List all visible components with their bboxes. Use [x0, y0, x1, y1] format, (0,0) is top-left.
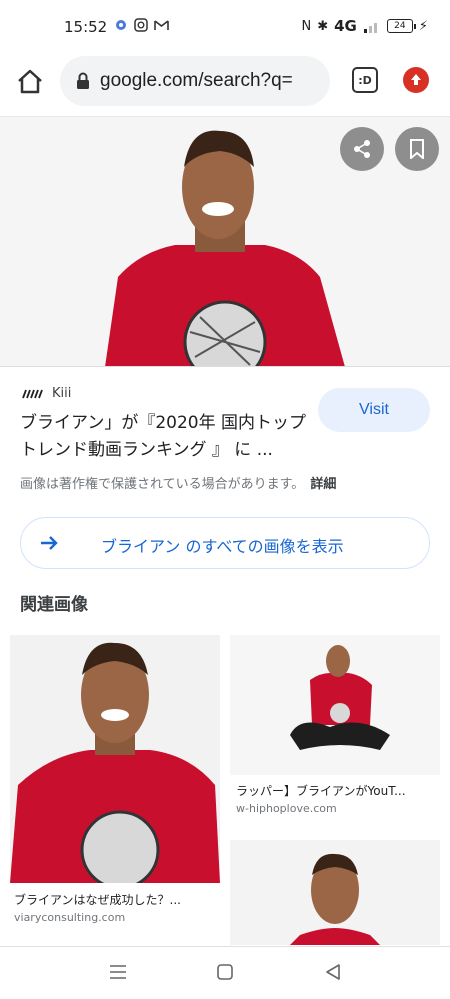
source-logo-icon: [22, 389, 43, 398]
arrow-right-icon: [41, 536, 58, 550]
bluetooth-icon: ✱: [317, 18, 329, 34]
bookmark-button[interactable]: [395, 127, 439, 171]
bookmark-icon: [410, 139, 424, 159]
related-source-2: w-hiphoplove.com: [236, 802, 337, 815]
view-all-images-label: ブライアン のすべての画像を表示: [101, 537, 344, 556]
related-caption-2[interactable]: ラッパー】ブライアンがYouT...: [236, 782, 436, 799]
status-time: 15:52: [64, 18, 108, 36]
related-image-3[interactable]: [230, 840, 440, 945]
system-nav-bar: [0, 946, 450, 999]
home-nav-icon[interactable]: [214, 961, 236, 983]
battery-icon: 24: [386, 19, 416, 33]
result-title[interactable]: ブライアン」が『2020年 国内トップトレンド動画ランキング 』 に ...: [20, 410, 310, 464]
related-caption-1[interactable]: ブライアンはなぜ成功した？...: [14, 891, 214, 908]
signal-icon: [363, 23, 377, 33]
network-label: 4G: [334, 17, 357, 35]
source-info[interactable]: Kiii: [22, 386, 71, 401]
tab-switcher-button[interactable]: :D: [352, 67, 378, 93]
related-images-heading: 関連画像: [20, 595, 88, 615]
instagram-icon: [134, 18, 148, 32]
related-source-1: viaryconsulting.com: [14, 911, 126, 924]
share-icon: [354, 140, 370, 158]
divider: [0, 366, 450, 367]
visit-button[interactable]: Visit: [318, 388, 430, 432]
upload-icon[interactable]: [403, 67, 429, 93]
browser-toolbar: google.com/search?q= :D: [0, 56, 450, 112]
charging-icon: ⚡: [418, 18, 428, 34]
view-all-images-button[interactable]: ブライアン のすべての画像を表示: [20, 517, 430, 569]
related-image-2[interactable]: [230, 635, 440, 775]
related-photo-1: [10, 635, 220, 883]
lock-icon: [77, 72, 89, 89]
url-text: google.com/search?q=: [100, 70, 293, 91]
menu-icon[interactable]: [107, 961, 129, 983]
related-image-1[interactable]: [10, 635, 220, 883]
home-icon[interactable]: [14, 66, 46, 98]
nfc-icon: N: [301, 18, 312, 34]
preview-image[interactable]: [0, 116, 450, 366]
back-icon[interactable]: [322, 961, 344, 983]
copyright-notice: 画像は著作権で保護されている場合があります。 詳細: [20, 473, 336, 492]
related-photo-2: [230, 635, 440, 775]
address-bar[interactable]: google.com/search?q=: [60, 56, 330, 106]
status-bar: 15:52 N ✱ 4G 24 ⚡: [0, 0, 450, 56]
copyright-text: 画像は著作権で保護されている場合があります。: [20, 477, 305, 492]
source-name: Kiii: [52, 386, 72, 401]
gmail-icon: [154, 20, 169, 30]
details-link[interactable]: 詳細: [310, 477, 336, 492]
share-button[interactable]: [340, 127, 384, 171]
settings-icon: [116, 20, 126, 30]
related-photo-3: [230, 840, 440, 945]
